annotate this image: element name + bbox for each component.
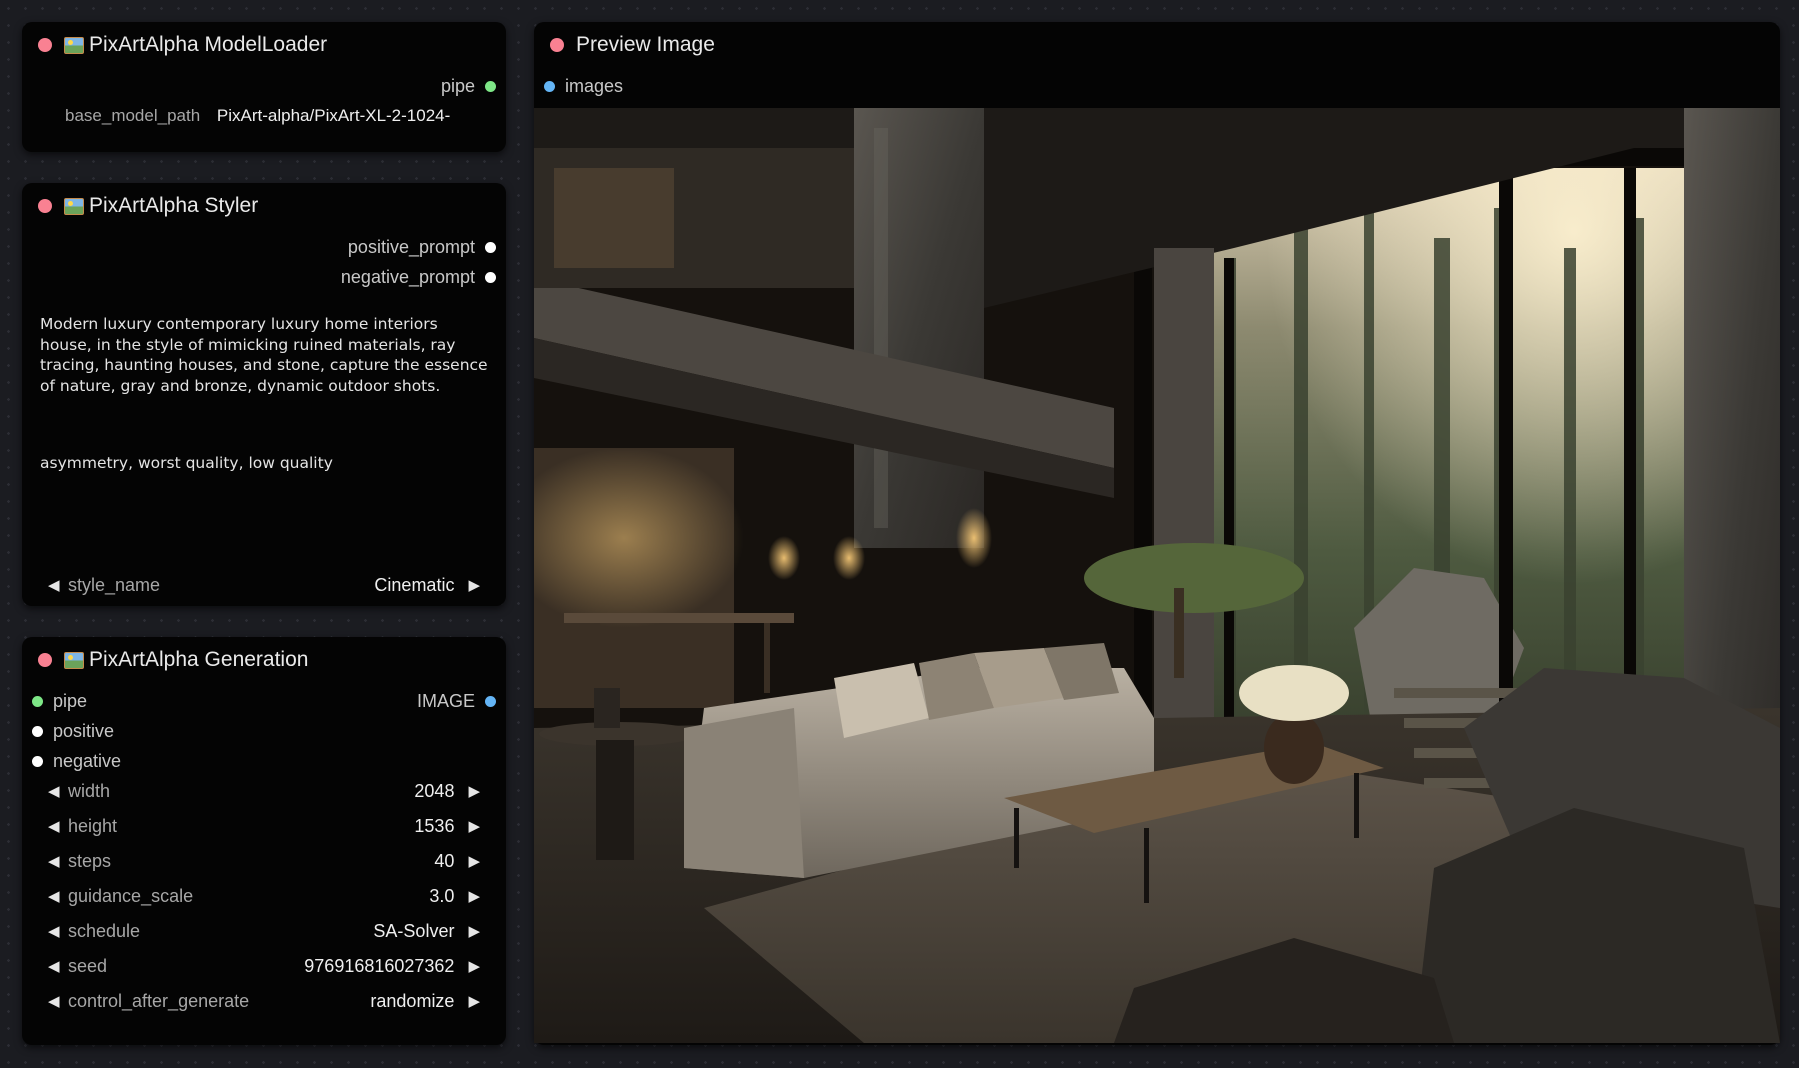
input-pin-positive[interactable]: [32, 726, 43, 737]
widget-label: control_after_generate: [68, 990, 250, 1011]
output-slot-negative-prompt[interactable]: negative_prompt: [341, 267, 496, 288]
slot-label: images: [565, 76, 624, 96]
widget-value: SA-Solver: [373, 920, 455, 941]
control-after-generate-widget[interactable]: ◀ control_after_generate randomize ▶: [48, 986, 480, 1016]
base-model-path-widget[interactable]: base_model_path PixArt-alpha/PixArt-XL-2…: [65, 106, 450, 126]
triangle-left-icon[interactable]: ◀: [48, 887, 68, 905]
triangle-right-icon[interactable]: ▶: [468, 887, 480, 905]
input-pin-negative[interactable]: [32, 756, 43, 767]
schedule-widget[interactable]: ◀ schedule SA-Solver ▶: [48, 916, 480, 946]
output-pin-pipe[interactable]: [485, 81, 496, 92]
node-collapse-dot[interactable]: [550, 38, 564, 52]
slot-label: IMAGE: [416, 691, 475, 711]
node-title: PixArtAlpha Styler: [89, 194, 259, 217]
positive-prompt-textarea[interactable]: Modern luxury contemporary luxury home i…: [40, 314, 488, 434]
input-slot-images[interactable]: images: [544, 76, 623, 97]
widget-label: steps: [68, 850, 112, 871]
input-slot-pipe[interactable]: pipe: [32, 691, 87, 712]
slot-label: pipe: [53, 691, 88, 711]
triangle-right-icon[interactable]: ▶: [468, 957, 480, 975]
node-title: PixArtAlpha ModelLoader: [89, 33, 328, 56]
widget-label: seed: [68, 955, 108, 976]
triangle-right-icon[interactable]: ▶: [468, 922, 480, 940]
input-slot-negative[interactable]: negative: [32, 751, 121, 772]
output-slot-image[interactable]: IMAGE: [417, 691, 496, 712]
widget-label: style_name: [68, 574, 161, 595]
generation-node[interactable]: PixArtAlpha Generation pipe positive neg…: [22, 637, 506, 1045]
widget-label: height: [68, 815, 118, 836]
widget-label: schedule: [68, 920, 141, 941]
widget-value: 976916816027362: [304, 955, 455, 976]
node-header[interactable]: PixArtAlpha ModelLoader: [22, 22, 506, 68]
widget-value: 3.0: [429, 885, 455, 906]
node-collapse-dot[interactable]: [38, 38, 52, 52]
output-slot-pipe[interactable]: pipe: [441, 76, 496, 97]
widget-value: randomize: [370, 990, 455, 1011]
triangle-left-icon[interactable]: ◀: [48, 817, 68, 835]
triangle-right-icon[interactable]: ▶: [468, 782, 480, 800]
triangle-right-icon[interactable]: ▶: [468, 992, 480, 1010]
widget-value: 40: [434, 850, 455, 871]
triangle-left-icon[interactable]: ◀: [48, 957, 68, 975]
widget-label: base_model_path: [65, 106, 201, 125]
picture-frame-icon: [64, 197, 84, 215]
seed-widget[interactable]: ◀ seed 976916816027362 ▶: [48, 951, 480, 981]
output-pin-positive[interactable]: [485, 242, 496, 253]
input-slot-positive[interactable]: positive: [32, 721, 114, 742]
widget-label: width: [68, 780, 111, 801]
slot-label: positive: [53, 721, 115, 741]
node-title: PixArtAlpha Generation: [89, 648, 309, 671]
node-header[interactable]: Preview Image: [534, 22, 1780, 68]
negative-prompt-textarea[interactable]: asymmetry, worst quality, low quality: [40, 453, 488, 543]
guidance-scale-widget[interactable]: ◀ guidance_scale 3.0 ▶: [48, 881, 480, 911]
triangle-left-icon[interactable]: ◀: [48, 782, 68, 800]
node-collapse-dot[interactable]: [38, 199, 52, 213]
widget-value: 1536: [414, 815, 455, 836]
triangle-left-icon[interactable]: ◀: [48, 852, 68, 870]
output-slot-positive-prompt[interactable]: positive_prompt: [348, 237, 496, 258]
triangle-right-icon[interactable]: ▶: [468, 576, 480, 594]
picture-frame-icon: [64, 651, 84, 669]
slot-label: negative: [53, 751, 122, 771]
steps-widget[interactable]: ◀ steps 40 ▶: [48, 846, 480, 876]
style-name-combo[interactable]: ◀ style_name Cinematic ▶: [48, 570, 480, 600]
output-pin-negative[interactable]: [485, 272, 496, 283]
widget-value: 2048: [414, 780, 455, 801]
preview-image[interactable]: [534, 108, 1780, 1043]
width-widget[interactable]: ◀ width 2048 ▶: [48, 776, 480, 806]
output-pin-image[interactable]: [485, 696, 496, 707]
triangle-left-icon[interactable]: ◀: [48, 992, 68, 1010]
styler-node[interactable]: PixArtAlpha Styler positive_prompt negat…: [22, 183, 506, 606]
triangle-right-icon[interactable]: ▶: [468, 852, 480, 870]
widget-value: Cinematic: [374, 574, 455, 595]
node-title: Preview Image: [576, 33, 715, 56]
input-pin-pipe[interactable]: [32, 696, 43, 707]
input-pin-images[interactable]: [544, 81, 555, 92]
slot-label: negative_prompt: [340, 267, 475, 287]
triangle-right-icon[interactable]: ▶: [468, 817, 480, 835]
slot-label: positive_prompt: [347, 237, 475, 257]
triangle-left-icon[interactable]: ◀: [48, 922, 68, 940]
widget-value: PixArt-alpha/PixArt-XL-2-1024-: [216, 106, 451, 125]
node-collapse-dot[interactable]: [38, 653, 52, 667]
node-header[interactable]: PixArtAlpha Styler: [22, 183, 506, 229]
picture-frame-icon: [64, 36, 84, 54]
triangle-left-icon[interactable]: ◀: [48, 576, 68, 594]
height-widget[interactable]: ◀ height 1536 ▶: [48, 811, 480, 841]
generated-interior-image: [534, 108, 1780, 1043]
slot-label: pipe: [440, 76, 475, 96]
node-header[interactable]: PixArtAlpha Generation: [22, 637, 506, 683]
widget-label: guidance_scale: [68, 885, 194, 906]
modelloader-node[interactable]: PixArtAlpha ModelLoader pipe base_model_…: [22, 22, 506, 152]
